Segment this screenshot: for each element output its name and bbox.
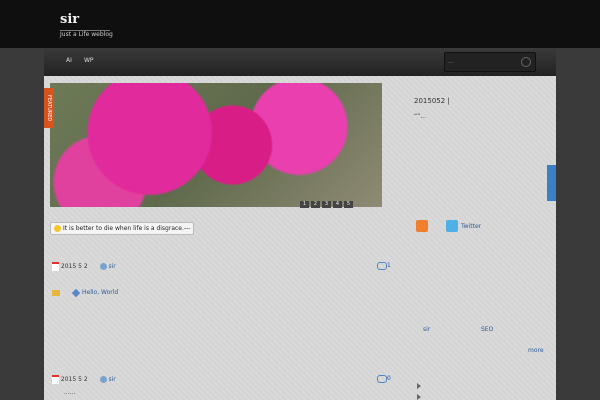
- folder-icon: [52, 290, 60, 296]
- nav-item-ai[interactable]: AI: [66, 57, 72, 64]
- comment-icon[interactable]: [377, 375, 387, 383]
- main-navigation: AI WP: [44, 48, 556, 77]
- rss-icon[interactable]: [416, 220, 428, 232]
- post-date: 2015 5 2: [60, 263, 88, 270]
- calendar-icon: [52, 375, 59, 384]
- slide-controls: 12345: [300, 199, 355, 208]
- arrow-right-icon: [417, 383, 421, 389]
- site-tagline: Just a Life weblog: [60, 31, 113, 38]
- featured-excerpt: “”...: [414, 113, 426, 120]
- site-title[interactable]: sir: [60, 12, 79, 27]
- left-margin: [0, 48, 44, 400]
- side-tab-button[interactable]: [547, 165, 556, 201]
- site-title-text[interactable]: sir: [60, 12, 79, 27]
- quote-box: It is better to die when life is a disgr…: [50, 222, 194, 235]
- post-author[interactable]: sir: [108, 376, 115, 383]
- post-tags[interactable]: Hello, World: [82, 289, 118, 296]
- featured-slide-image[interactable]: [50, 83, 382, 207]
- comment-count[interactable]: 1: [387, 262, 391, 269]
- slide-dot[interactable]: 2: [311, 201, 320, 208]
- twitter-link[interactable]: Twitter: [461, 223, 481, 230]
- post-meta: 2015 5 2 sir: [52, 262, 116, 271]
- search-icon[interactable]: [521, 57, 531, 67]
- comment-icon[interactable]: [377, 262, 387, 270]
- arrow-right-icon: [417, 394, 421, 400]
- site-header: sir Just a Life weblog: [0, 0, 600, 48]
- post-excerpt: ......: [64, 389, 76, 396]
- sidebar-link-seo[interactable]: SEO: [481, 326, 493, 333]
- quote-text: It is better to die when life is a disgr…: [63, 225, 191, 232]
- post-author[interactable]: sir: [108, 263, 115, 270]
- slide-dot[interactable]: 5: [344, 201, 353, 208]
- calendar-icon: [52, 262, 59, 271]
- featured-date: 2015052 |: [414, 97, 450, 105]
- post-date: 2015 5 2: [60, 376, 88, 383]
- search-input[interactable]: [445, 53, 521, 69]
- post-meta: 2015 5 2 sir: [52, 375, 116, 384]
- comment-count[interactable]: 0: [387, 375, 391, 382]
- user-icon: [99, 376, 107, 383]
- twitter-icon[interactable]: [446, 220, 458, 232]
- nav-item-wp[interactable]: WP: [84, 57, 94, 64]
- user-icon: [99, 263, 107, 270]
- slide-dot[interactable]: 4: [333, 201, 342, 208]
- smiley-icon: [54, 225, 61, 232]
- search-box: [444, 52, 536, 72]
- sidebar-link-sir[interactable]: sir: [423, 326, 430, 333]
- right-margin: [556, 48, 600, 400]
- more-link[interactable]: more: [528, 347, 544, 354]
- slide-dot[interactable]: 3: [322, 201, 331, 208]
- featured-badge: FEATURED: [44, 88, 54, 128]
- slide-dot[interactable]: 1: [300, 201, 309, 208]
